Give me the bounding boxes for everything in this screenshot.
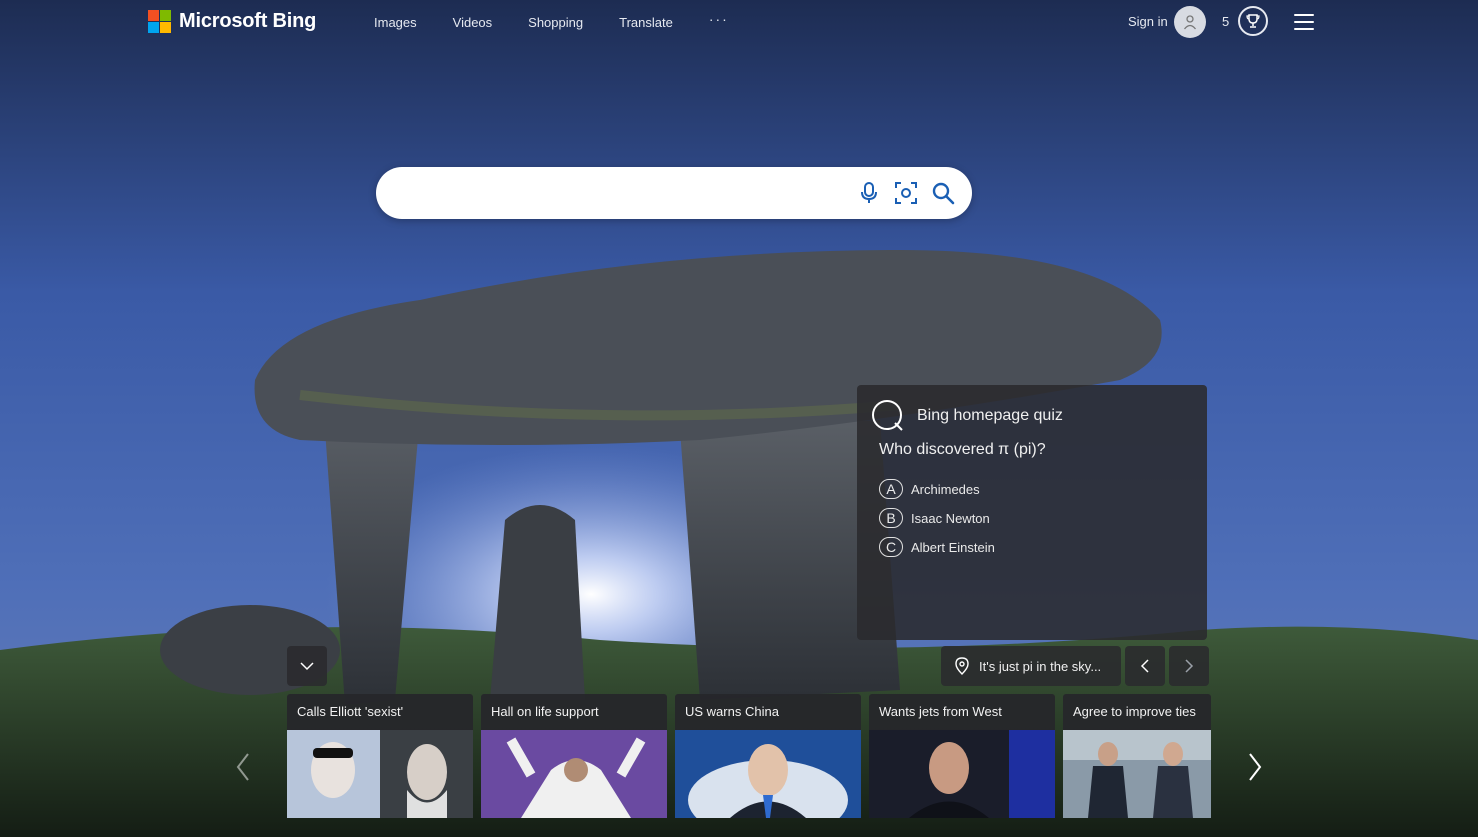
hamburger-menu-icon[interactable] (1294, 14, 1314, 30)
news-image (481, 730, 667, 818)
quiz-option-c[interactable]: C Albert Einstein (879, 537, 995, 557)
rewards-button[interactable] (1238, 6, 1268, 36)
rewards-count: 5 (1222, 14, 1230, 29)
news-headline: Agree to improve ties (1063, 694, 1211, 730)
news-image (869, 730, 1055, 818)
news-headline: Calls Elliott 'sexist' (287, 694, 473, 730)
avatar[interactable] (1174, 6, 1206, 38)
logo-text: Microsoft Bing (179, 10, 317, 32)
news-card[interactable]: Wants jets from West (869, 694, 1055, 818)
quiz-question: Who discovered π (pi)? (879, 441, 1046, 458)
image-caption: It's just pi in the sky... (979, 658, 1102, 674)
bing-logo[interactable]: Microsoft Bing (148, 10, 316, 33)
news-image (1063, 730, 1211, 818)
search-icon[interactable] (930, 180, 956, 206)
news-card[interactable]: Hall on life support (481, 694, 667, 818)
location-pin-icon (955, 657, 969, 675)
chevron-right-icon (1249, 753, 1262, 781)
collapse-button[interactable] (287, 646, 327, 686)
chevron-left-icon (236, 753, 249, 781)
news-card[interactable]: Calls Elliott 'sexist' (287, 694, 473, 818)
microsoft-logo-icon (148, 10, 171, 33)
option-text: Isaac Newton (911, 510, 990, 526)
top-header: Microsoft Bing Images Videos Shopping Tr… (0, 0, 1478, 46)
quiz-logo-icon (872, 400, 903, 431)
image-info-button[interactable]: It's just pi in the sky... (941, 646, 1121, 686)
visual-search-icon[interactable] (893, 180, 919, 206)
chevron-down-icon (300, 662, 314, 671)
search-input[interactable] (398, 167, 862, 221)
more-options-button[interactable]: ··· (709, 11, 729, 30)
nav-translate[interactable]: Translate (619, 15, 673, 30)
news-card[interactable]: Agree to improve ties (1063, 694, 1211, 818)
news-image (675, 730, 861, 818)
news-headline: Wants jets from West (869, 694, 1055, 730)
microphone-icon[interactable] (856, 180, 882, 206)
news-headline: US warns China (675, 694, 861, 730)
search-box (376, 167, 972, 221)
chevron-left-icon (1140, 659, 1149, 673)
quiz-header[interactable]: Bing homepage quiz (871, 399, 1063, 433)
news-prev-button[interactable] (233, 750, 253, 784)
quiz-option-b[interactable]: B Isaac Newton (879, 508, 990, 528)
news-image (287, 730, 473, 818)
news-headline: Hall on life support (481, 694, 667, 730)
chevron-right-icon (1185, 659, 1194, 673)
next-image-button[interactable] (1169, 646, 1209, 686)
nav-images[interactable]: Images (374, 15, 417, 30)
nav-videos[interactable]: Videos (453, 15, 493, 30)
quiz-card: Bing homepage quiz Who discovered π (pi)… (857, 385, 1207, 640)
news-card[interactable]: US warns China (675, 694, 861, 818)
option-letter: C (879, 537, 903, 557)
option-letter: B (879, 508, 903, 528)
quiz-option-a[interactable]: A Archimedes (879, 479, 980, 499)
news-next-button[interactable] (1245, 750, 1265, 784)
option-letter: A (879, 479, 903, 499)
option-text: Albert Einstein (911, 539, 995, 555)
top-nav: Images Videos Shopping Translate ··· (374, 11, 729, 30)
trophy-icon (1246, 14, 1260, 28)
previous-image-button[interactable] (1125, 646, 1165, 686)
sign-in-link[interactable]: Sign in (1128, 14, 1168, 29)
nav-shopping[interactable]: Shopping (528, 15, 583, 30)
quiz-title: Bing homepage quiz (917, 407, 1063, 424)
option-text: Archimedes (911, 481, 980, 497)
user-icon (1183, 15, 1197, 30)
